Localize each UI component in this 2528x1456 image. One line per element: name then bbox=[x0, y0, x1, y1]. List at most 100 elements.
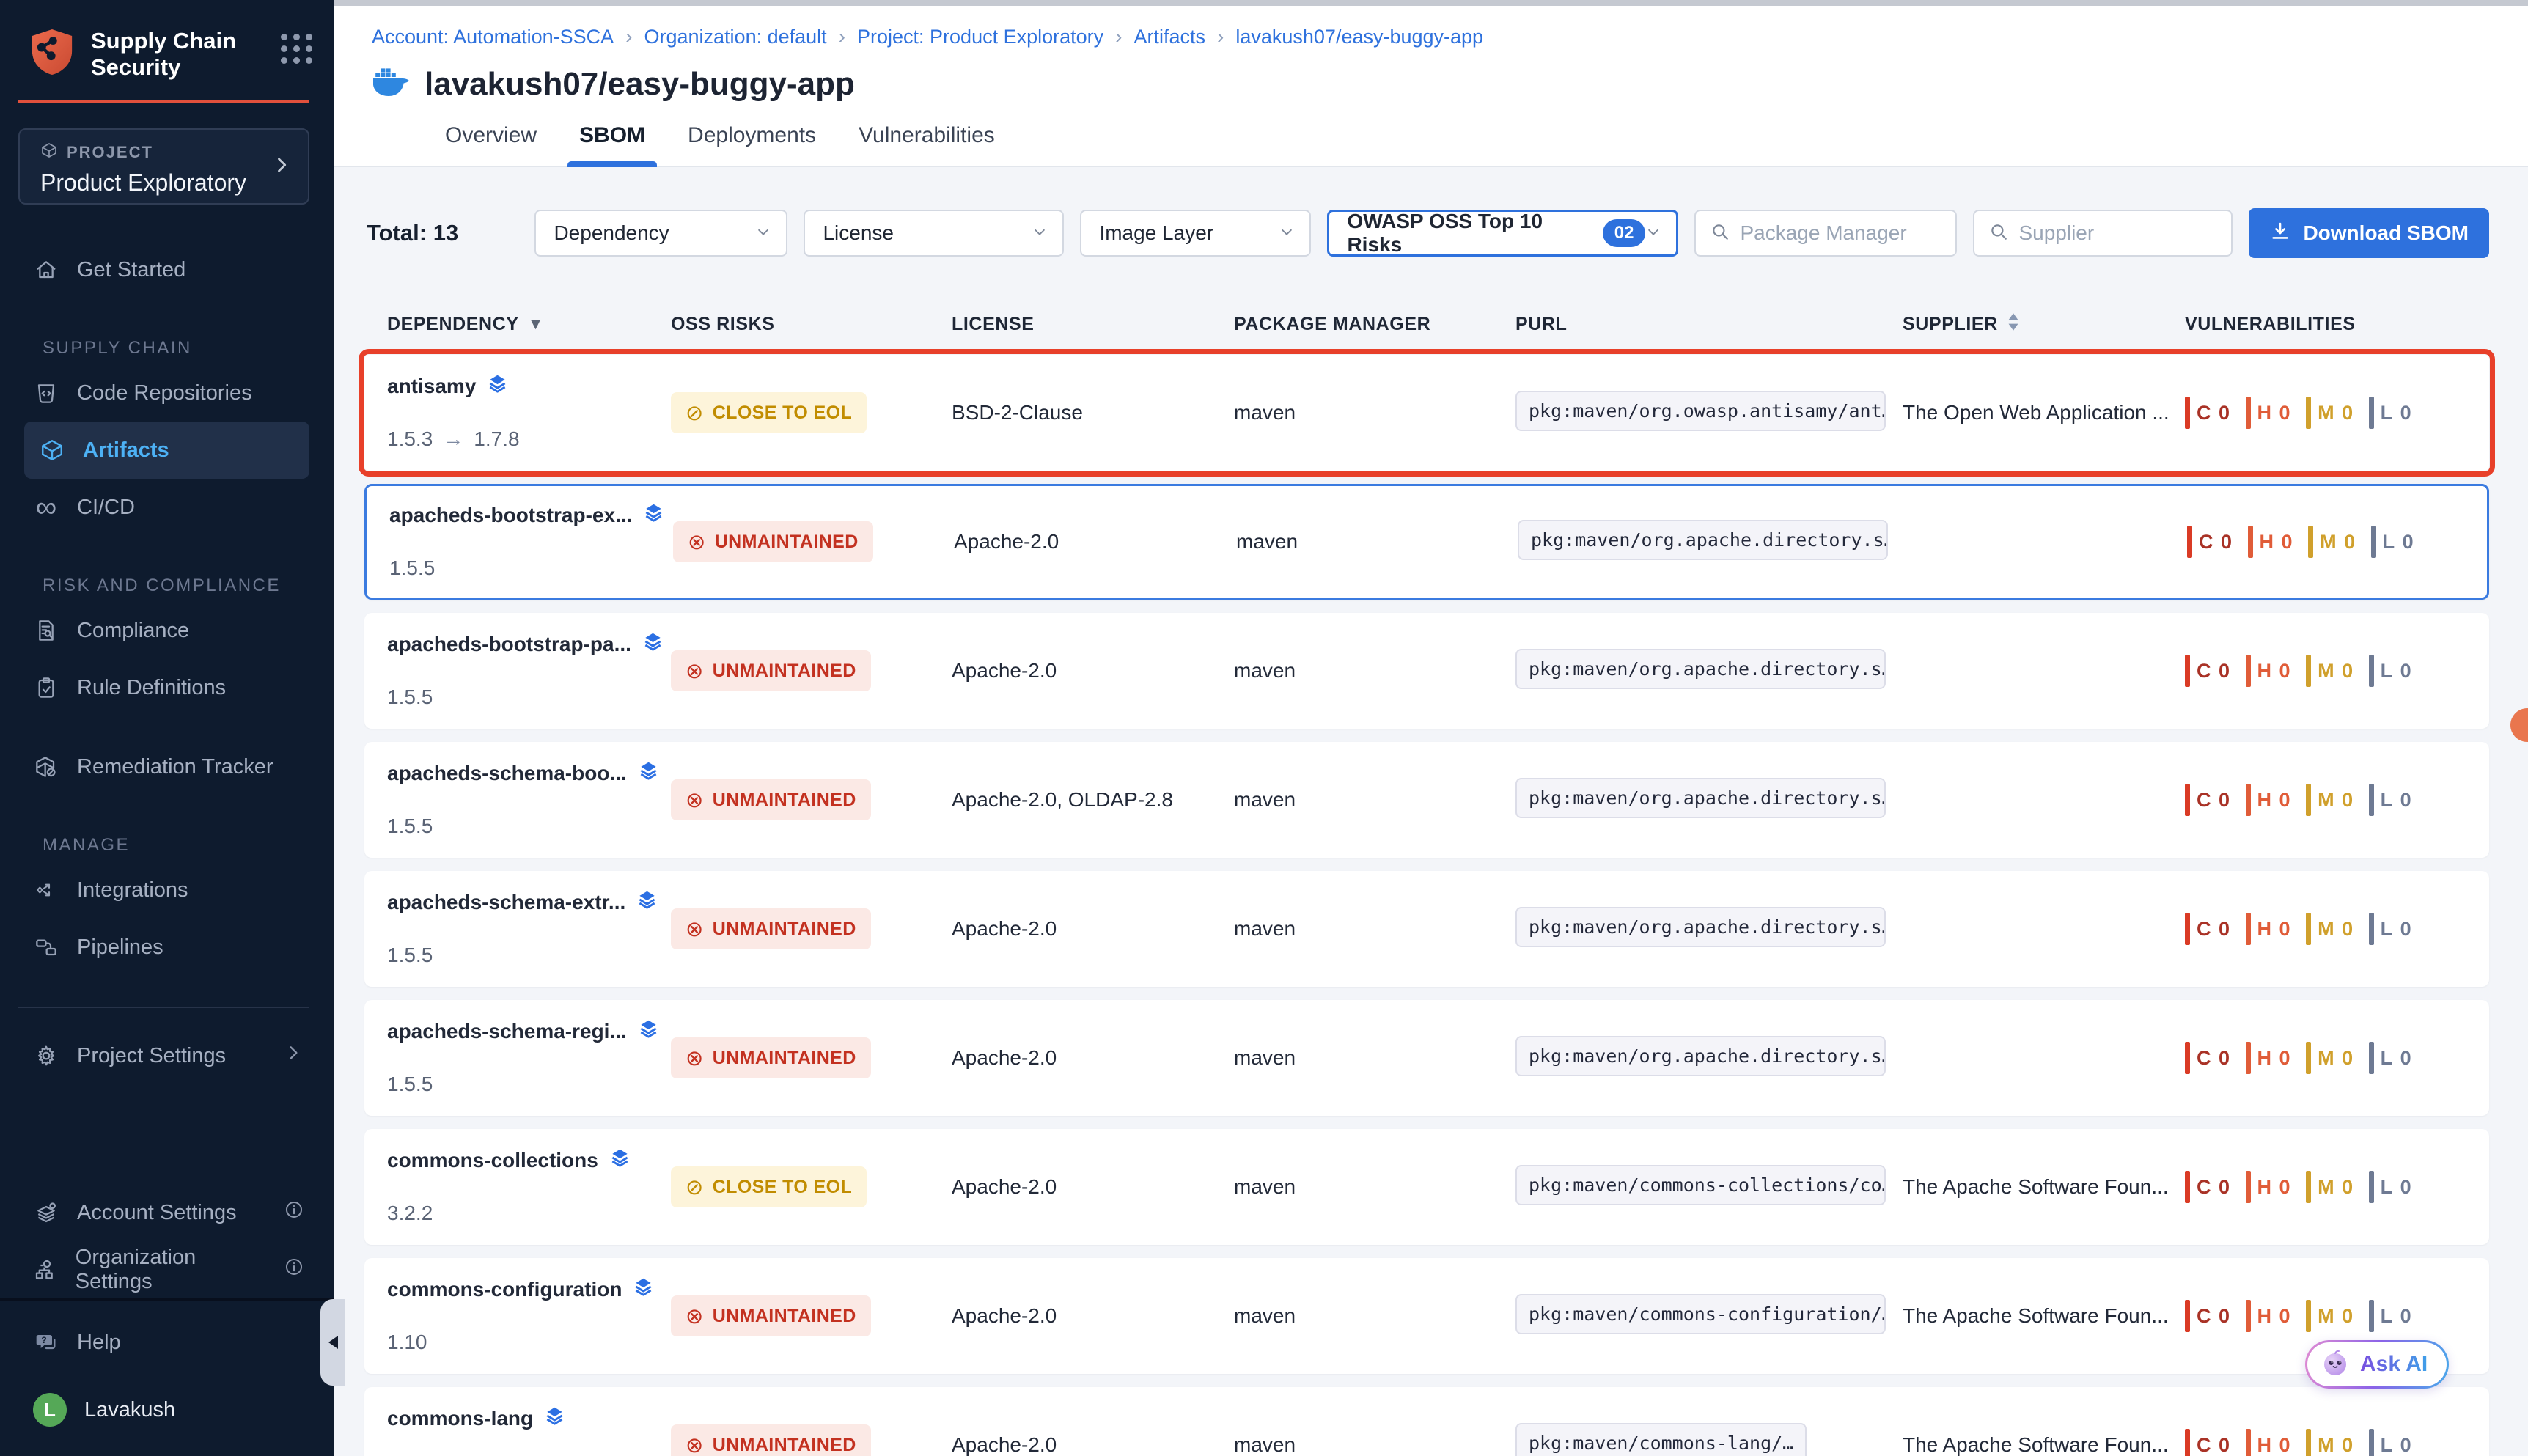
sidebar-item-label: Help bbox=[77, 1331, 121, 1355]
image-layer-filter-dropdown[interactable]: Image Layer bbox=[1080, 210, 1311, 257]
purl-chip[interactable]: pkg:maven/org.apache.directory.s… bbox=[1515, 649, 1886, 689]
license-filter-dropdown[interactable]: License bbox=[804, 210, 1064, 257]
vuln-segment-M: M0 bbox=[2306, 1429, 2354, 1456]
owasp-risks-filter-dropdown[interactable]: OWASP OSS Top 10 Risks 02 bbox=[1327, 210, 1678, 257]
sort-desc-icon[interactable]: ▼ bbox=[528, 315, 544, 334]
tab-overview[interactable]: Overview bbox=[445, 123, 537, 166]
table-row[interactable]: apacheds-schema-extr... 1.5.5 ⊗ UNMAINTA… bbox=[364, 871, 2489, 987]
purl-chip[interactable]: pkg:maven/org.apache.directory.s… bbox=[1515, 907, 1886, 947]
purl-chip[interactable]: pkg:maven/commons-lang/… bbox=[1515, 1423, 1807, 1456]
breadcrumb-organization[interactable]: Organization: default bbox=[644, 26, 827, 48]
purl-chip[interactable]: pkg:maven/org.apache.directory.s… bbox=[1518, 520, 1888, 560]
table-row[interactable]: commons-configuration 1.10 ⊗ UNMAINTAINE… bbox=[364, 1258, 2489, 1374]
info-icon[interactable] bbox=[284, 1199, 304, 1226]
table-row[interactable]: apacheds-schema-boo... 1.5.5 ⊗ UNMAINTAI… bbox=[364, 742, 2489, 858]
upgrade-arrow-icon: → bbox=[443, 427, 463, 451]
vulnerability-counts: C0H0M0L0 bbox=[2185, 655, 2466, 687]
purl-chip[interactable]: pkg:maven/commons-configuration/… bbox=[1515, 1294, 1886, 1334]
vuln-segment-H: H0 bbox=[2246, 397, 2292, 429]
breadcrumb-account[interactable]: Account: Automation-SSCA bbox=[372, 26, 614, 48]
vuln-segment-C: C0 bbox=[2187, 526, 2233, 558]
vuln-segment-H: H0 bbox=[2246, 1171, 2292, 1203]
table-row[interactable]: apacheds-bootstrap-pa... 1.5.5 ⊗ UNMAINT… bbox=[364, 613, 2489, 729]
vulnerability-counts: C0H0M0L0 bbox=[2185, 397, 2466, 429]
sidebar-item-organization-settings[interactable]: Organization Settings bbox=[0, 1241, 334, 1298]
sidebar-item-remediation-tracker[interactable]: Remediation Tracker bbox=[0, 738, 334, 795]
dependency-version: 1.10 bbox=[387, 1330, 671, 1355]
tab-deployments[interactable]: Deployments bbox=[688, 123, 816, 166]
collapse-left-icon bbox=[328, 1336, 338, 1349]
ask-ai-label: Ask AI bbox=[2360, 1352, 2428, 1377]
vuln-segment-M: M0 bbox=[2306, 1042, 2354, 1074]
vuln-segment-C: C0 bbox=[2185, 1300, 2231, 1332]
app-switcher-icon[interactable] bbox=[281, 34, 313, 64]
supplier-search-input[interactable] bbox=[2018, 221, 2216, 245]
section-risk-and-compliance: RISK AND COMPLIANCE bbox=[0, 570, 334, 602]
sidebar-item-project-settings[interactable]: Project Settings bbox=[0, 1027, 334, 1084]
sidebar-item-integrations[interactable]: Integrations bbox=[0, 861, 334, 919]
sbom-table-body: antisamy 1.5.3→1.7.8 ⊘ CLOSE TO EOL BSD-… bbox=[364, 355, 2489, 1456]
dependency-version: 3.2.2 bbox=[387, 1201, 671, 1226]
tab-sbom[interactable]: SBOM bbox=[579, 123, 645, 166]
dependency-name: antisamy bbox=[387, 375, 476, 398]
purl-chip[interactable]: pkg:maven/org.owasp.antisamy/ant… bbox=[1515, 391, 1886, 431]
vulnerability-counts: C0H0M0L0 bbox=[2185, 913, 2466, 945]
sidebar-item-artifacts[interactable]: Artifacts bbox=[24, 422, 309, 479]
vuln-segment-L: L0 bbox=[2371, 526, 2415, 558]
code-repositories-icon bbox=[33, 381, 59, 405]
project-selector[interactable]: PROJECT Product Exploratory bbox=[18, 128, 309, 205]
download-sbom-button[interactable]: Download SBOM bbox=[2249, 208, 2489, 258]
license-value: Apache-2.0 bbox=[952, 659, 1057, 682]
table-row[interactable]: apacheds-schema-regi... 1.5.5 ⊗ UNMAINTA… bbox=[364, 1000, 2489, 1116]
purl-chip[interactable]: pkg:maven/commons-collections/co… bbox=[1515, 1165, 1886, 1205]
sidebar-item-account-settings[interactable]: Account Settings bbox=[0, 1184, 334, 1241]
license-value: Apache-2.0 bbox=[952, 917, 1057, 940]
vuln-segment-C: C0 bbox=[2185, 1429, 2231, 1456]
section-manage: MANAGE bbox=[0, 829, 334, 861]
sidebar-item-label: Get Started bbox=[77, 258, 185, 282]
svg-text:?: ? bbox=[41, 1335, 46, 1345]
sidebar-item-label: Organization Settings bbox=[76, 1246, 266, 1294]
vuln-segment-M: M0 bbox=[2306, 784, 2354, 816]
dependency-name: apacheds-schema-extr... bbox=[387, 891, 625, 914]
sidebar-collapse-handle[interactable] bbox=[320, 1299, 345, 1386]
sidebar-item-label: Compliance bbox=[77, 619, 189, 643]
dependency-name: apacheds-schema-boo... bbox=[387, 762, 627, 785]
chevron-right-icon bbox=[271, 155, 292, 179]
purl-chip[interactable]: pkg:maven/org.apache.directory.s… bbox=[1515, 778, 1886, 818]
ask-ai-button[interactable]: Ask AI bbox=[2305, 1340, 2449, 1389]
table-row[interactable]: apacheds-bootstrap-ex... 1.5.5 ⊗ UNMAINT… bbox=[364, 484, 2489, 600]
tab-vulnerabilities[interactable]: Vulnerabilities bbox=[859, 123, 995, 166]
sidebar-item-rule-definitions[interactable]: Rule Definitions bbox=[0, 659, 334, 716]
breadcrumb-artifacts[interactable]: Artifacts bbox=[1133, 26, 1205, 48]
table-row[interactable]: commons-collections 3.2.2 ⊘ CLOSE TO EOL… bbox=[364, 1129, 2489, 1245]
package-manager-search-input[interactable] bbox=[1740, 221, 1941, 245]
info-icon[interactable] bbox=[284, 1257, 304, 1283]
sidebar-footer: ? Help L Lavakush bbox=[0, 1298, 334, 1456]
remediation-tracker-icon bbox=[33, 755, 59, 779]
package-manager-value: maven bbox=[1234, 1304, 1296, 1327]
sidebar-item-cicd[interactable]: ∞ CI/CD bbox=[0, 479, 334, 536]
sidebar-item-pipelines[interactable]: Pipelines bbox=[0, 919, 334, 976]
purl-chip[interactable]: pkg:maven/org.apache.directory.s… bbox=[1515, 1036, 1886, 1076]
license-value: BSD-2-Clause bbox=[952, 401, 1083, 424]
breadcrumb-current[interactable]: lavakush07/easy-buggy-app bbox=[1235, 26, 1483, 48]
sidebar-item-get-started[interactable]: Get Started bbox=[0, 241, 334, 298]
vuln-segment-L: L0 bbox=[2369, 784, 2413, 816]
sort-updown-icon[interactable] bbox=[2007, 312, 2020, 337]
breadcrumb-project[interactable]: Project: Product Exploratory bbox=[857, 26, 1103, 48]
sidebar-divider bbox=[18, 1007, 309, 1008]
sidebar-item-help[interactable]: ? Help bbox=[0, 1314, 334, 1371]
sidebar-item-code-repositories[interactable]: Code Repositories bbox=[0, 364, 334, 422]
risk-status-icon: ⊗ bbox=[686, 1433, 704, 1456]
package-manager-value: maven bbox=[1236, 530, 1298, 553]
sidebar-item-compliance[interactable]: Compliance bbox=[0, 602, 334, 659]
table-row[interactable]: antisamy 1.5.3→1.7.8 ⊘ CLOSE TO EOL BSD-… bbox=[364, 355, 2489, 471]
layers-icon bbox=[637, 890, 657, 915]
sidebar-item-label: Artifacts bbox=[83, 438, 169, 463]
dependency-filter-dropdown[interactable]: Dependency bbox=[534, 210, 787, 257]
user-menu[interactable]: L Lavakush bbox=[0, 1381, 334, 1438]
table-row[interactable]: commons-lang ⊗ UNMAINTAINED Apache-2.0 m… bbox=[364, 1387, 2489, 1456]
docker-icon bbox=[372, 67, 410, 103]
oss-risk-badge: ⊗ UNMAINTAINED bbox=[671, 1295, 871, 1336]
